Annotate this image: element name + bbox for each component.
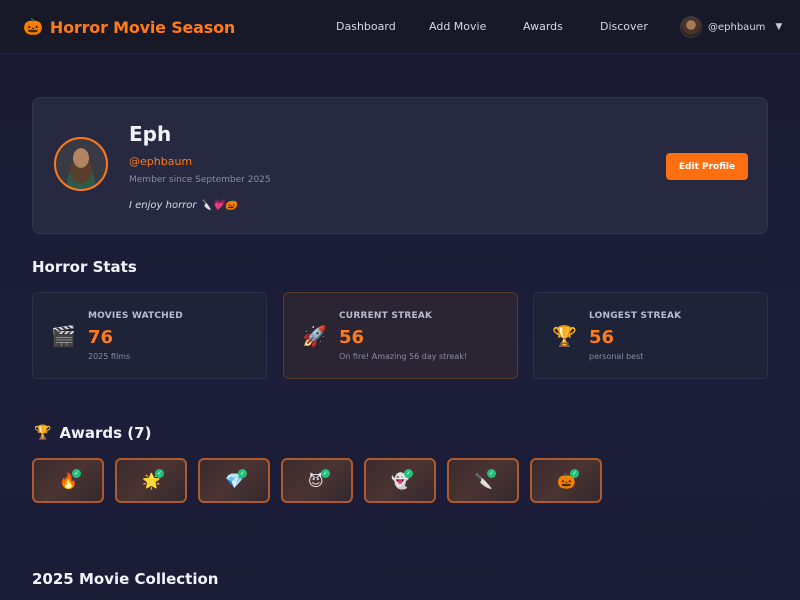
profile-card: Eph @ephbaum Member since September 2025… [32,97,768,234]
award-badge-sun[interactable]: 🌟 ✓ [115,458,187,503]
stat-sub: 2025 films [88,352,131,361]
rocket-icon: 🚀 [302,324,327,348]
check-icon: ✓ [570,469,579,478]
top-nav: 🎃 Horror Movie Season Dashboard Add Movi… [0,0,800,54]
brand[interactable]: 🎃 Horror Movie Season [23,16,235,38]
award-badge-pumpkin[interactable]: 🎃 ✓ [530,458,602,503]
award-badge-fire[interactable]: 🔥 ✓ [32,458,104,503]
clapperboard-icon: 🎬 [51,324,76,348]
user-menu[interactable]: @ephbaum ▼ [680,16,782,38]
stat-sub: On fire! Amazing 56 day streak! [339,352,468,361]
stat-label: MOVIES WATCHED [88,311,183,321]
trophy-icon: 🏆 [552,324,577,348]
stat-card-longest-streak: 🏆 LONGEST STREAK 56 personal best [533,292,768,379]
nav-link-dashboard[interactable]: Dashboard [336,20,396,33]
pumpkin-icon: 🎃 [23,17,43,36]
check-icon: ✓ [238,469,247,478]
award-badge-ghost[interactable]: 👻 ✓ [364,458,436,503]
brand-title: Horror Movie Season [49,17,236,37]
trophy-icon: 🏆 [34,425,52,441]
awards-title: Awards (7) [59,424,152,442]
award-badge-knife[interactable]: 🔪 ✓ [447,458,519,503]
award-badge-diamond[interactable]: 💎 ✓ [198,458,270,503]
stat-sub: personal best [589,352,644,361]
nav-link-add-movie[interactable]: Add Movie [429,20,486,33]
stat-label: CURRENT STREAK [339,311,433,321]
edit-profile-button[interactable]: Edit Profile [666,153,748,180]
user-name: @ephbaum [708,21,766,33]
check-icon: ✓ [404,469,413,478]
stat-value: 56 [589,327,615,348]
profile-handle: @ephbaum [129,155,193,168]
profile-bio: I enjoy horror 🔪💗🎃 [129,200,238,211]
profile-name: Eph [129,122,172,146]
collection-heading: 2025 Movie Collection [32,570,219,588]
awards-heading: 🏆 Awards (7) [34,424,151,442]
stat-value: 76 [88,327,114,348]
stat-card-current-streak: 🚀 CURRENT STREAK 56 On fire! Amazing 56 … [283,292,518,379]
check-icon: ✓ [321,469,330,478]
stat-card-movies-watched: 🎬 MOVIES WATCHED 76 2025 films [32,292,267,379]
chevron-down-icon: ▼ [775,22,783,32]
stats-heading: Horror Stats [32,258,137,276]
stat-value: 56 [339,327,365,348]
member-since: Member since September 2025 [129,175,271,185]
stat-label: LONGEST STREAK [589,311,682,321]
check-icon: ✓ [487,469,496,478]
nav-link-awards[interactable]: Awards [523,20,563,33]
nav-link-discover[interactable]: Discover [600,20,648,33]
check-icon: ✓ [72,469,81,478]
profile-avatar [54,137,108,191]
avatar [680,16,702,38]
award-badge-devil[interactable]: 😈 ✓ [281,458,353,503]
check-icon: ✓ [155,469,164,478]
